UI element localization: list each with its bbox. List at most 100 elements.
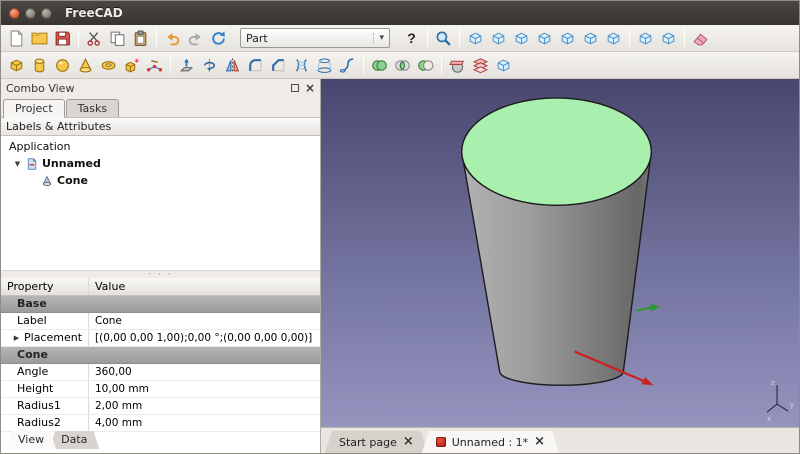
tab-start-page[interactable]: Start page × <box>325 431 428 453</box>
tree-item-cone[interactable]: Cone <box>1 172 320 189</box>
open-document-button[interactable] <box>28 27 51 50</box>
close-tab-icon[interactable]: × <box>534 437 545 447</box>
file-edit-toolbar-group <box>5 27 230 50</box>
part-sphere-button[interactable] <box>51 54 74 77</box>
splitter-handle[interactable] <box>1 270 320 278</box>
window-minimize-button[interactable] <box>25 8 36 19</box>
part-cylinder-button[interactable] <box>28 54 51 77</box>
fillet-button[interactable] <box>244 54 267 77</box>
boolean-common-button[interactable] <box>391 54 414 77</box>
part-torus-button[interactable] <box>97 54 120 77</box>
tab-data[interactable]: Data <box>49 431 99 449</box>
measure-clear-all-button[interactable] <box>689 27 712 50</box>
document-icon <box>26 158 38 170</box>
property-row-placement[interactable]: ▶ Placement [(0,00 0,00 1,00);0,00 °;(0,… <box>1 330 320 347</box>
model-tree: Application ▼ Unnamed Cone <box>1 136 320 270</box>
property-group-cone[interactable]: Cone <box>1 347 320 364</box>
window-close-button[interactable] <box>9 8 20 19</box>
whats-this-button[interactable]: ? <box>400 27 423 50</box>
loft-button[interactable] <box>313 54 336 77</box>
tab-project[interactable]: Project <box>3 99 65 118</box>
bottom-view-icon <box>582 30 599 47</box>
window-titlebar[interactable]: FreeCAD <box>1 1 799 25</box>
part-box-button[interactable] <box>5 54 28 77</box>
boolean-cut-button[interactable] <box>414 54 437 77</box>
property-value[interactable]: 2,00 mm <box>89 398 320 414</box>
property-value[interactable]: Cone <box>89 313 320 329</box>
right-view-button[interactable] <box>533 27 556 50</box>
compound-button[interactable] <box>492 54 515 77</box>
dimetric-view-button[interactable] <box>634 27 657 50</box>
tab-tasks[interactable]: Tasks <box>66 99 119 117</box>
left-view-button[interactable] <box>602 27 625 50</box>
property-row-angle[interactable]: Angle 360,00 <box>1 364 320 381</box>
property-row-height[interactable]: Height 10,00 mm <box>1 381 320 398</box>
tree-item-unnamed[interactable]: ▼ Unnamed <box>1 155 320 172</box>
property-table-header: Property Value <box>1 278 320 296</box>
cut-button[interactable] <box>83 27 106 50</box>
chamfer-button[interactable] <box>267 54 290 77</box>
sweep-button[interactable] <box>336 54 359 77</box>
window-maximize-button[interactable] <box>41 8 52 19</box>
3d-viewport[interactable]: z y x <box>321 79 799 427</box>
bottom-view-button[interactable] <box>579 27 602 50</box>
isometric-view-button[interactable] <box>464 27 487 50</box>
expand-icon[interactable]: ▶ <box>12 330 21 346</box>
undo-button[interactable] <box>161 27 184 50</box>
combo-view-title: Combo View <box>6 82 74 95</box>
expander-icon[interactable]: ▼ <box>13 160 22 168</box>
shape-builder-button[interactable] <box>143 54 166 77</box>
tab-view[interactable]: View <box>6 431 56 449</box>
toolbar-separator <box>684 29 685 47</box>
dock-float-icon[interactable] <box>291 84 299 92</box>
cone-top-face[interactable] <box>462 98 652 205</box>
property-row-radius1[interactable]: Radius1 2,00 mm <box>1 398 320 415</box>
property-row-radius2[interactable]: Radius2 4,00 mm <box>1 415 320 432</box>
property-value[interactable]: 4,00 mm <box>89 415 320 431</box>
workbench-selector[interactable]: Part ▾ <box>240 28 390 48</box>
front-view-button[interactable] <box>487 27 510 50</box>
chamfer-icon <box>270 57 287 74</box>
copy-button[interactable] <box>106 27 129 50</box>
ruled-surface-icon <box>293 57 310 74</box>
rear-view-button[interactable] <box>556 27 579 50</box>
close-tab-icon[interactable]: × <box>403 437 414 447</box>
cross-sections-button[interactable] <box>469 54 492 77</box>
cone-icon <box>41 175 53 187</box>
part-cylinder-icon <box>31 57 48 74</box>
property-value[interactable]: [(0,00 0,00 1,00);0,00 °;(0,00 0,00 0,00… <box>89 330 320 346</box>
property-group-base[interactable]: Base <box>1 296 320 313</box>
save-document-button[interactable] <box>51 27 74 50</box>
ruled-surface-button[interactable] <box>290 54 313 77</box>
front-view-icon <box>490 30 507 47</box>
axis-label-y: y <box>790 401 794 409</box>
part-cone-button[interactable] <box>74 54 97 77</box>
section-button[interactable] <box>446 54 469 77</box>
new-document-button[interactable] <box>5 27 28 50</box>
fit-all-button[interactable] <box>432 27 455 50</box>
top-view-button[interactable] <box>510 27 533 50</box>
redo-icon <box>187 30 204 47</box>
cut-icon <box>86 30 103 47</box>
property-row-label[interactable]: Label Cone <box>1 313 320 330</box>
revolve-button[interactable] <box>198 54 221 77</box>
part-toolbar-group: ✶ <box>5 54 515 77</box>
property-view-tabs: View Data <box>6 431 92 449</box>
paste-button[interactable] <box>129 27 152 50</box>
redo-button[interactable] <box>184 27 207 50</box>
toolbar-separator <box>629 29 630 47</box>
dimetric-view-icon <box>637 30 654 47</box>
create-primitives-button[interactable]: ✶ <box>120 54 143 77</box>
extrude-button[interactable] <box>175 54 198 77</box>
part-sphere-icon <box>54 57 71 74</box>
dock-close-icon[interactable]: × <box>305 83 315 93</box>
freecad-window: FreeCAD Part ▾ ? ✶ Combo View × Project … <box>0 0 800 454</box>
mirror-button[interactable] <box>221 54 244 77</box>
refresh-button[interactable] <box>207 27 230 50</box>
boolean-union-button[interactable] <box>368 54 391 77</box>
tab-unnamed-document[interactable]: Unnamed : 1* × <box>422 431 559 453</box>
trimetric-view-button[interactable] <box>657 27 680 50</box>
property-value[interactable]: 10,00 mm <box>89 381 320 397</box>
tree-item-application[interactable]: Application <box>1 138 320 155</box>
property-value[interactable]: 360,00 <box>89 364 320 380</box>
